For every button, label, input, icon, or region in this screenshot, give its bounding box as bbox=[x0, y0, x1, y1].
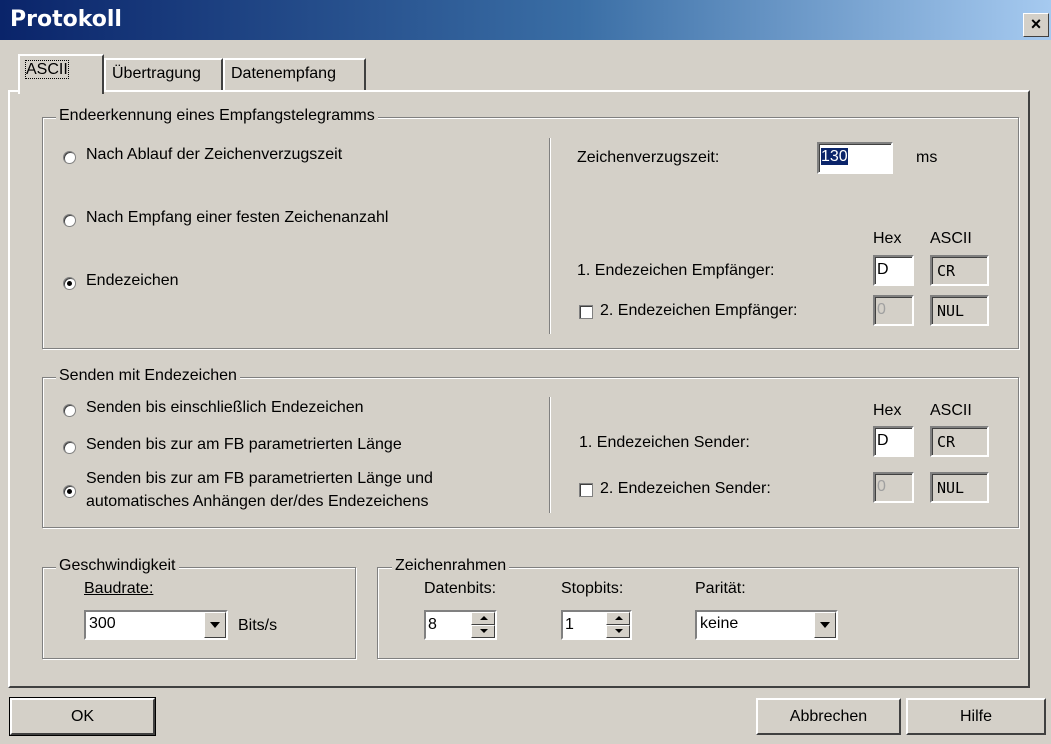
radio-send-incl-end-label[interactable]: Senden bis einschließlich Endezeichen bbox=[86, 399, 364, 417]
stopbits-label: Stopbits: bbox=[561, 580, 624, 597]
radio-send-incl-end[interactable] bbox=[63, 404, 76, 417]
receiver-end1-label: 1. Endezeichen Empfänger: bbox=[577, 262, 775, 279]
tab-ascii[interactable]: ASCII bbox=[18, 54, 104, 94]
chevron-down-icon[interactable] bbox=[814, 612, 836, 638]
hex-header: Hex bbox=[873, 402, 902, 419]
tab-datenempfang[interactable]: Datenempfang bbox=[223, 58, 366, 90]
receiver-end2-hex: 0 bbox=[873, 295, 914, 326]
parity-label: Parität: bbox=[695, 580, 746, 597]
sender-end2-ascii: NUL bbox=[930, 472, 989, 503]
baud-unit: Bits/s bbox=[238, 617, 278, 634]
tab-uebertragung[interactable]: Übertragung bbox=[104, 58, 223, 90]
chevron-down-icon[interactable] bbox=[204, 612, 226, 638]
baud-select[interactable]: 300 bbox=[84, 610, 228, 640]
delay-time-label: Zeichenverzugszeit: bbox=[577, 149, 720, 166]
window-title: Protokoll bbox=[10, 7, 122, 32]
delay-time-input[interactable]: 130 bbox=[817, 142, 893, 174]
close-button[interactable]: × bbox=[1023, 13, 1049, 37]
radio-delay-time[interactable] bbox=[63, 151, 76, 164]
receiver-end2-ascii: NUL bbox=[930, 295, 989, 326]
spin-up-icon[interactable] bbox=[471, 612, 495, 625]
stopbits-value: 1 bbox=[565, 616, 574, 633]
tab-label: ASCII bbox=[25, 60, 69, 79]
radio-fixed-count[interactable] bbox=[63, 214, 76, 227]
ascii-header: ASCII bbox=[930, 402, 972, 419]
radio-fixed-count-label[interactable]: Nach Empfang einer festen Zeichenanzahl bbox=[86, 209, 388, 227]
title-bar bbox=[0, 0, 1051, 40]
receiver-end1-hex[interactable]: D bbox=[873, 255, 914, 286]
help-button[interactable]: Hilfe bbox=[906, 698, 1046, 735]
sender-end1-ascii: CR bbox=[930, 426, 989, 457]
baud-value: 300 bbox=[89, 615, 116, 632]
cancel-button[interactable]: Abbrechen bbox=[756, 698, 901, 735]
sender-end1-hex[interactable]: D bbox=[873, 426, 914, 457]
radio-delay-time-label[interactable]: Nach Ablauf der Zeichenverzugszeit bbox=[86, 146, 342, 164]
receiver-end1-ascii: CR bbox=[930, 255, 989, 286]
radio-send-length-label[interactable]: Senden bis zur am FB parametrierten Läng… bbox=[86, 436, 402, 454]
ok-button[interactable]: OK bbox=[9, 697, 156, 736]
sender-end2-checkbox[interactable] bbox=[579, 483, 593, 497]
end-detection-legend: Endeerkennung eines Empfangstelegramms bbox=[56, 107, 378, 125]
radio-end-char[interactable] bbox=[63, 277, 76, 290]
databits-spinner[interactable]: 8 bbox=[424, 610, 497, 640]
send-legend: Senden mit Endezeichen bbox=[56, 367, 240, 385]
baud-label: Baudrate: bbox=[84, 580, 154, 597]
sender-end2-hex: 0 bbox=[873, 472, 914, 503]
receiver-end2-checkbox[interactable] bbox=[579, 305, 593, 319]
radio-send-length-append-line2[interactable]: automatisches Anhängen der/des Endezeich… bbox=[86, 493, 428, 511]
speed-legend: Geschwindigkeit bbox=[56, 557, 179, 575]
spin-up-icon[interactable] bbox=[606, 612, 630, 625]
hex-header: Hex bbox=[873, 230, 902, 247]
delay-time-value: 130 bbox=[821, 148, 848, 165]
receiver-end2-label[interactable]: 2. Endezeichen Empfänger: bbox=[600, 302, 797, 320]
ascii-header: ASCII bbox=[930, 230, 972, 247]
radio-send-length[interactable] bbox=[63, 441, 76, 454]
divider bbox=[549, 397, 551, 513]
spin-down-icon[interactable] bbox=[471, 625, 495, 638]
frame-legend: Zeichenrahmen bbox=[392, 557, 510, 575]
sender-end1-label: 1. Endezeichen Sender: bbox=[579, 434, 750, 451]
spin-down-icon[interactable] bbox=[606, 625, 630, 638]
radio-send-length-append[interactable] bbox=[63, 485, 76, 498]
sender-end2-label[interactable]: 2. Endezeichen Sender: bbox=[600, 480, 771, 498]
databits-value: 8 bbox=[428, 616, 437, 633]
delay-unit: ms bbox=[916, 149, 938, 166]
parity-value: keine bbox=[700, 615, 739, 632]
radio-send-length-append-line1[interactable]: Senden bis zur am FB parametrierten Läng… bbox=[86, 470, 433, 488]
divider bbox=[549, 138, 551, 334]
radio-end-char-label[interactable]: Endezeichen bbox=[86, 272, 179, 290]
stopbits-spinner[interactable]: 1 bbox=[561, 610, 632, 640]
parity-select[interactable]: keine bbox=[695, 610, 838, 640]
databits-label: Datenbits: bbox=[424, 580, 497, 597]
